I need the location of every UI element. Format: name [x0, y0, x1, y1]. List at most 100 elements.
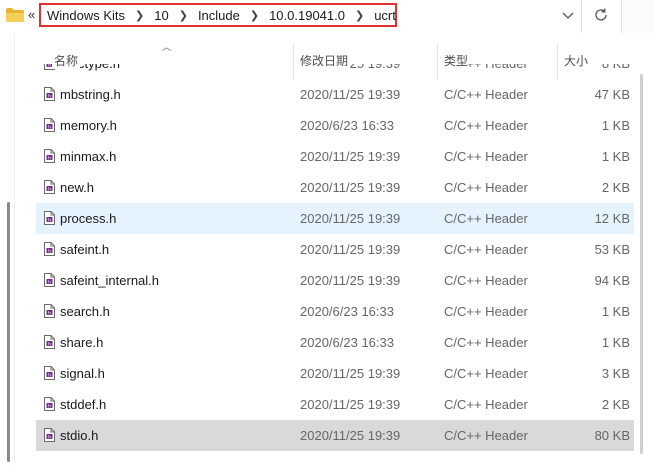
file-name: mbstring.h	[60, 87, 121, 102]
file-size: 94 KB	[594, 273, 630, 288]
pane-splitter[interactable]	[14, 33, 15, 465]
svg-text:h: h	[48, 310, 51, 316]
file-date: 2020/11/25 19:39	[300, 87, 401, 102]
breadcrumb-item-version[interactable]: 10.0.19041.0	[269, 8, 345, 23]
search-box-edge[interactable]	[622, 0, 654, 33]
overflow-chevron-icon[interactable]: «	[28, 6, 35, 24]
file-name: new.h	[60, 180, 94, 195]
file-size: 2 KB	[601, 180, 630, 195]
file-size: 12 KB	[594, 211, 630, 226]
file-type: C/C++ Header	[444, 335, 528, 350]
file-type: C/C++ Header	[444, 180, 528, 195]
file-type: C/C++ Header	[444, 118, 528, 133]
sort-ascending-icon: ︿	[162, 42, 172, 52]
file-name: minmax.h	[60, 149, 117, 164]
file-type: C/C++ Header	[444, 242, 528, 257]
table-row[interactable]: h stdio.h 2020/11/25 19:39 C/C++ Header 80 K…	[36, 420, 634, 451]
refresh-icon[interactable]	[592, 6, 610, 24]
c-header-file-icon: h	[44, 118, 55, 132]
column-header-date[interactable]: 修改日期	[300, 52, 349, 69]
svg-text:h: h	[48, 372, 51, 378]
breadcrumb-separator-icon[interactable]: ❯	[250, 9, 259, 22]
column-header-size[interactable]: 大小	[564, 52, 589, 69]
file-name: memory.h	[60, 118, 117, 133]
svg-text:h: h	[48, 434, 51, 440]
address-bar-row: « Windows Kits ❯ 10 ❯ Include ❯ 10.0.190…	[0, 0, 654, 33]
c-header-file-icon: h	[44, 397, 55, 411]
c-header-file-icon: h	[44, 335, 55, 349]
divider	[581, 0, 582, 33]
breadcrumb-item-include[interactable]: Include	[198, 8, 240, 23]
table-row[interactable]: h search.h 2020/6/23 16:33 C/C++ Header 1 KB	[36, 296, 634, 327]
breadcrumb-item-10[interactable]: 10	[154, 8, 168, 23]
file-size: 1 KB	[601, 304, 630, 319]
file-name: process.h	[60, 211, 117, 226]
file-date: 2020/11/25 19:39	[300, 273, 401, 288]
file-size: 80 KB	[594, 428, 630, 443]
c-header-file-icon: h	[44, 87, 55, 101]
file-date: 2020/6/23 16:33	[300, 335, 394, 350]
svg-text:h: h	[48, 403, 51, 409]
file-name: stdio.h	[60, 428, 99, 443]
file-date: 2020/6/23 16:33	[300, 304, 394, 319]
breadcrumb[interactable]: Windows Kits ❯ 10 ❯ Include ❯ 10.0.19041…	[39, 3, 397, 27]
svg-text:h: h	[48, 341, 51, 347]
svg-text:h: h	[48, 279, 51, 285]
table-row[interactable]: h signal.h 2020/11/25 19:39 C/C++ Header 3 K…	[36, 358, 634, 389]
table-row[interactable]: h process.h 2020/11/25 19:39 C/C++ Header 12…	[36, 203, 634, 234]
file-type: C/C++ Header	[444, 428, 528, 443]
svg-text:h: h	[48, 186, 51, 192]
c-header-file-icon: h	[44, 273, 55, 287]
column-divider[interactable]	[557, 44, 558, 80]
nav-pane-scrollbar[interactable]	[7, 202, 10, 462]
c-header-file-icon: h	[44, 428, 55, 442]
file-date: 2020/6/23 16:33	[300, 118, 394, 133]
breadcrumb-separator-icon[interactable]: ❯	[355, 9, 364, 22]
file-date: 2020/11/25 19:39	[300, 149, 401, 164]
navigation-pane	[0, 33, 14, 465]
file-type: C/C++ Header	[444, 273, 528, 288]
file-name: safeint.h	[60, 242, 110, 257]
file-type: C/C++ Header	[444, 366, 528, 381]
c-header-file-icon: h	[44, 366, 55, 380]
svg-text:h: h	[48, 155, 51, 161]
table-row[interactable]: h stddef.h 2020/11/25 19:39 C/C++ Header 2 K…	[36, 389, 634, 420]
file-type: C/C++ Header	[444, 397, 528, 412]
table-row[interactable]: h minmax.h 2020/11/25 19:39 C/C++ Header 1 K…	[36, 141, 634, 172]
svg-text:h: h	[48, 64, 51, 68]
file-date: 2020/11/25 19:39	[300, 428, 401, 443]
breadcrumb-item-ucrt[interactable]: ucrt	[374, 8, 396, 23]
file-list-scrollbar[interactable]	[640, 74, 643, 454]
table-row[interactable]: h share.h 2020/6/23 16:33 C/C++ Header 1 KB	[36, 327, 634, 358]
table-row[interactable]: h mbstring.h 2020/11/25 19:39 C/C++ Header 4…	[36, 79, 634, 110]
file-type: C/C++ Header	[444, 149, 528, 164]
column-divider[interactable]	[293, 44, 294, 80]
table-row[interactable]: h new.h 2020/11/25 19:39 C/C++ Header 2 KB	[36, 172, 634, 203]
chevron-down-icon[interactable]	[560, 6, 576, 24]
file-name: stddef.h	[60, 397, 107, 412]
table-row[interactable]: h memory.h 2020/6/23 16:33 C/C++ Header 1 KB	[36, 110, 634, 141]
breadcrumb-separator-icon[interactable]: ❯	[135, 9, 144, 22]
file-date: 2020/11/25 19:39	[300, 397, 401, 412]
c-header-file-icon: h	[44, 180, 55, 194]
column-header-name[interactable]: 名称	[52, 52, 81, 69]
file-type: C/C++ Header	[444, 304, 528, 319]
folder-icon	[6, 8, 24, 22]
c-header-file-icon: h	[44, 149, 55, 163]
table-row[interactable]: h safeint_internal.h 2020/11/25 19:39 C/C++…	[36, 265, 634, 296]
breadcrumb-separator-icon[interactable]: ❯	[179, 9, 188, 22]
file-date: 2020/11/25 19:39	[300, 180, 401, 195]
svg-text:h: h	[48, 248, 51, 254]
file-name: signal.h	[60, 366, 105, 381]
c-header-file-icon: h	[44, 304, 55, 318]
column-divider[interactable]	[437, 44, 438, 80]
file-name: share.h	[60, 335, 104, 350]
column-header-type[interactable]: 类型	[444, 52, 469, 69]
file-size: 1 KB	[601, 118, 630, 133]
file-size: 2 KB	[601, 397, 630, 412]
c-header-file-icon: h	[44, 242, 55, 256]
breadcrumb-item-windows-kits[interactable]: Windows Kits	[47, 8, 125, 23]
file-name: search.h	[60, 304, 110, 319]
file-date: 2020/11/25 19:39	[300, 242, 401, 257]
table-row[interactable]: h safeint.h 2020/11/25 19:39 C/C++ Header 53…	[36, 234, 634, 265]
